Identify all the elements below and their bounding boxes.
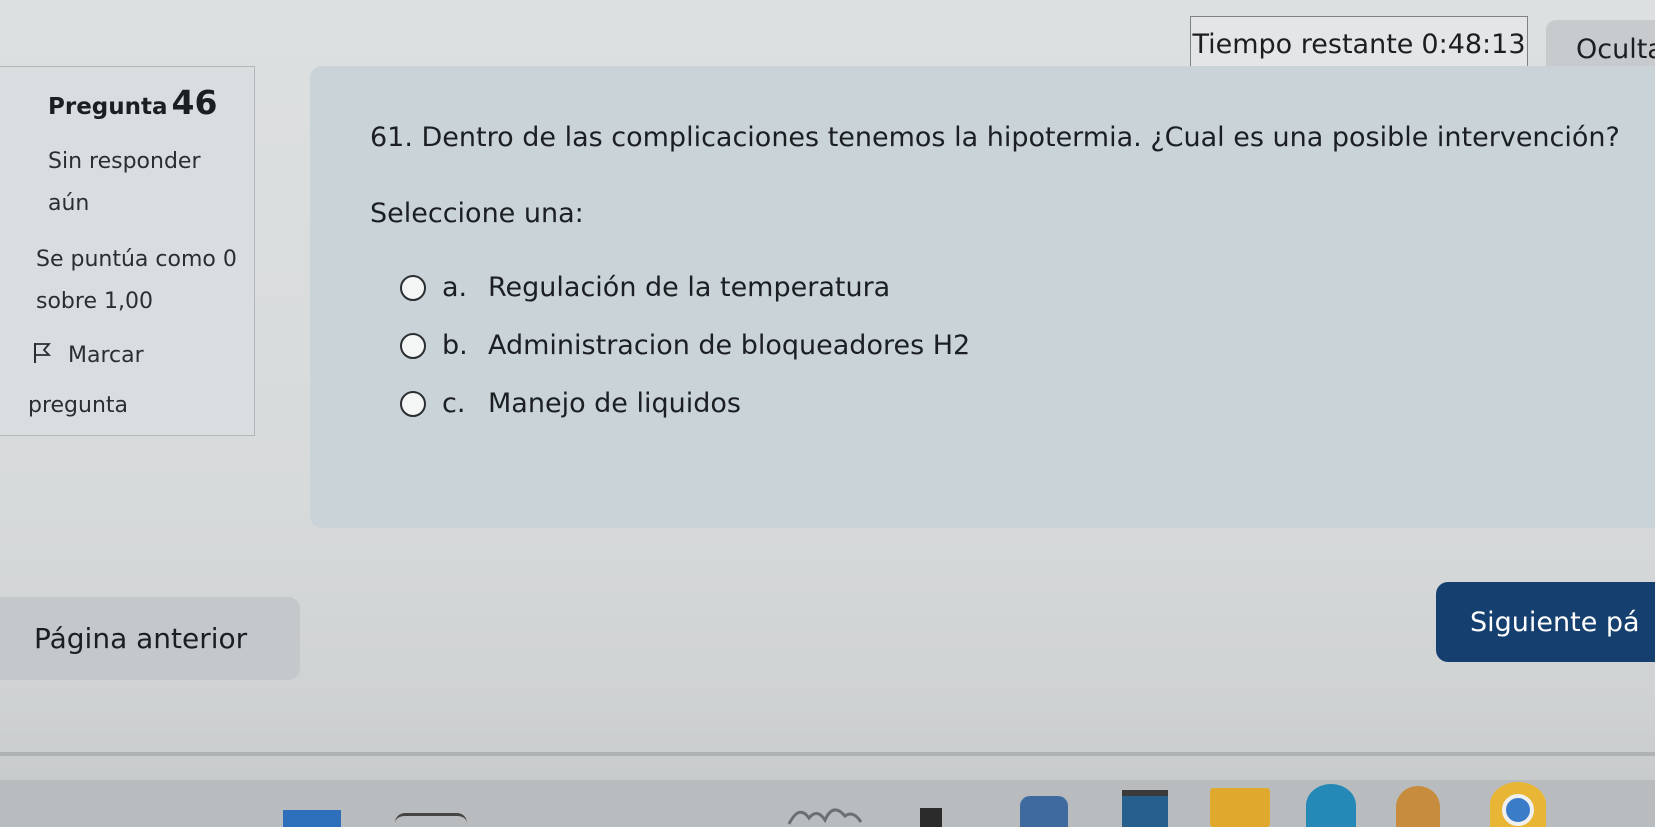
search-icon[interactable] [395, 813, 467, 827]
timer-label: Tiempo restante [1192, 29, 1414, 60]
question-number: Pregunta 46 [48, 83, 217, 122]
radio-icon[interactable] [400, 390, 426, 417]
option-letter: a. [442, 272, 468, 303]
store-icon[interactable] [1122, 790, 1168, 827]
previous-page-label: Página anterior [34, 622, 248, 655]
question-info-panel: Pregunta 46 Sin responder aún Se puntúa c… [0, 66, 255, 436]
widgets-icon[interactable] [785, 800, 865, 827]
question-state: Sin responder aún [48, 149, 201, 216]
option-a[interactable]: a. Regulación de la temperatura [400, 272, 890, 303]
option-label: Administracion de bloqueadores H2 [488, 330, 971, 361]
option-label: Regulación de la temperatura [488, 272, 891, 303]
app-icon[interactable] [1020, 796, 1068, 827]
flag-label-line2: pregunta [28, 393, 129, 418]
screen-divider [0, 752, 1655, 756]
question-number-value: 46 [171, 83, 218, 122]
timer-value: 0:48:13 [1421, 29, 1526, 60]
app-icon[interactable] [1396, 786, 1440, 827]
option-c[interactable]: c. Manejo de liquidos [400, 388, 741, 419]
edge-icon[interactable] [1306, 784, 1356, 827]
next-page-button[interactable]: Siguiente pá [1436, 582, 1655, 662]
radio-icon[interactable] [400, 274, 426, 301]
select-prompt: Seleccione una: [370, 198, 584, 229]
start-icon[interactable] [283, 810, 341, 827]
flag-question-link[interactable]: Marcar pregunta [28, 332, 252, 430]
option-label: Manejo de liquidos [488, 388, 741, 419]
flag-label-line1: Marcar [68, 343, 144, 368]
flag-icon [32, 334, 54, 382]
option-letter: c. [442, 388, 466, 419]
option-letter: b. [442, 330, 468, 361]
app-icon[interactable] [920, 808, 942, 827]
screen: Tiempo restante 0:48:13 Ocultar Pregunta… [0, 0, 1655, 827]
chrome-icon[interactable] [1490, 782, 1546, 827]
radio-icon[interactable] [400, 332, 426, 359]
folder-icon[interactable] [1210, 788, 1270, 827]
previous-page-button[interactable]: Página anterior [0, 597, 300, 680]
timer-box: Tiempo restante 0:48:13 [1190, 16, 1528, 73]
hide-timer-label: Ocultar [1576, 33, 1655, 65]
question-grade: Se puntúa como 0 sobre 1,00 [36, 247, 237, 314]
question-text: 61. Dentro de las complicaciones tenemos… [370, 122, 1620, 153]
question-prefix: Pregunta [48, 94, 168, 120]
option-b[interactable]: b. Administracion de bloqueadores H2 [400, 330, 970, 361]
next-page-label: Siguiente pá [1470, 606, 1640, 638]
